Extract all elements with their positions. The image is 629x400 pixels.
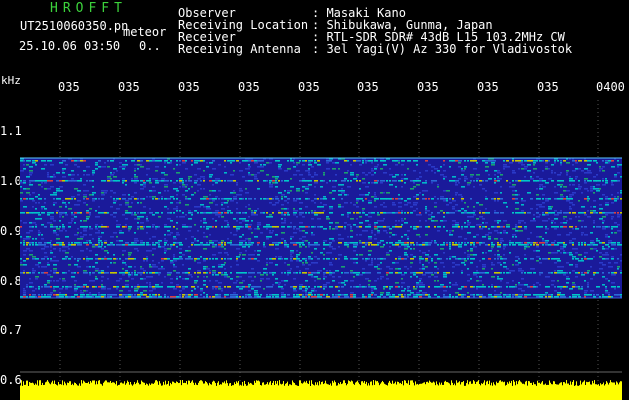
- freq-tick: 0.7: [0, 323, 22, 337]
- mode-label: meteor: [123, 25, 167, 39]
- freq-tick: 1.0: [0, 174, 22, 188]
- file-name: UT2510060350.pn: [20, 19, 129, 33]
- time-tick: 035: [357, 80, 379, 94]
- signal-level-bar: [20, 380, 622, 400]
- time-tick: 035: [58, 80, 80, 94]
- spectrogram-plot: [20, 100, 622, 400]
- freq-tick: 0.8: [0, 274, 22, 288]
- antenna-label: Receiving Antenna: [178, 42, 301, 56]
- time-tick: 035: [118, 80, 140, 94]
- freq-tick: 1.1: [0, 124, 22, 138]
- app-brand: HROFFT: [50, 1, 127, 16]
- time-tick: 035: [178, 80, 200, 94]
- time-tick: 0400: [596, 80, 625, 94]
- time-tick: 035: [417, 80, 439, 94]
- freq-tick: 0.6: [0, 373, 22, 387]
- spectrogram-canvas: [20, 100, 622, 400]
- antenna-value: : 3el Yagi(V) Az 330 for Vladivostok: [312, 42, 573, 56]
- time-tick: 035: [537, 80, 559, 94]
- time-tick: 035: [238, 80, 260, 94]
- meteor-count: 0..: [139, 39, 161, 53]
- time-tick: 035: [298, 80, 320, 94]
- freq-tick: 0.9: [0, 224, 22, 238]
- capture-datetime: 25.10.06 03:50: [19, 39, 121, 53]
- time-tick: 035: [477, 80, 499, 94]
- frequency-unit-label: kHz: [1, 74, 21, 87]
